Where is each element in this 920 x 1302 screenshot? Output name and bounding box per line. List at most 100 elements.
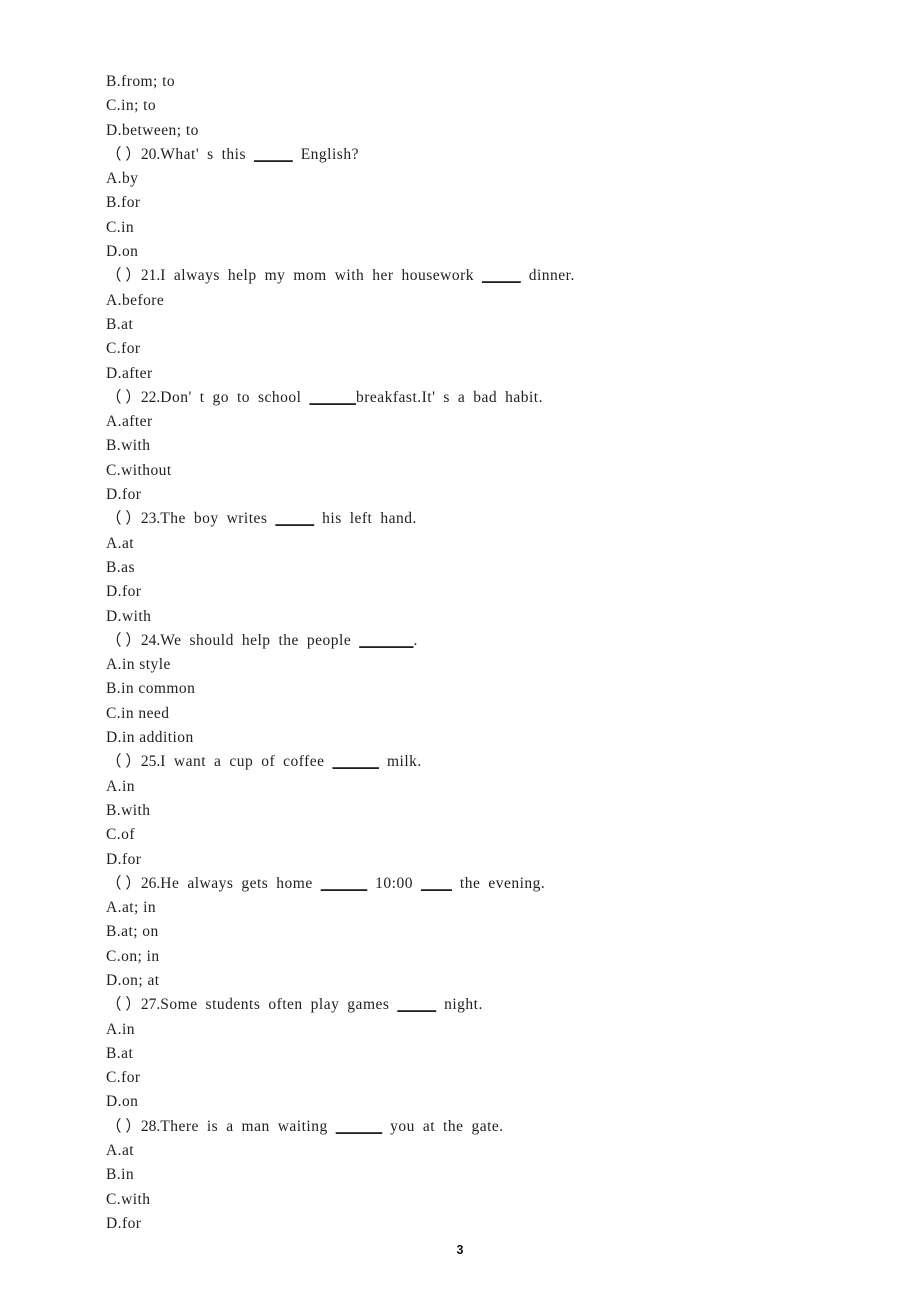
answer-option: A.in [106, 775, 806, 799]
answer-option-label: A.at [106, 534, 135, 552]
answer-option-label: D.for [106, 1214, 142, 1232]
answer-option-label: B.at; on [106, 923, 159, 941]
answer-option-label: B.with [106, 437, 151, 455]
page-number: 3 [456, 1243, 464, 1257]
question-marker: （ ）23. [106, 510, 161, 528]
question-text-after-blank: you at the gate. [382, 1117, 504, 1135]
answer-option-label: A.at; in [106, 899, 157, 917]
question-stem-22: （ ）22.Don' t go to school ______breakfas… [106, 386, 806, 410]
answer-option: B.as [106, 556, 806, 580]
answer-option: B.in common [106, 677, 806, 701]
question-stem-20: （ ）20.What' s this _____ English? [106, 143, 806, 167]
answer-option: C.with [106, 1188, 806, 1212]
answer-option: C.of [106, 823, 806, 847]
answer-option: C.in [106, 216, 806, 240]
question-marker: （ ）26. [106, 874, 161, 892]
question-marker: （ ）28. [106, 1117, 161, 1135]
answer-blank: ______ [332, 753, 380, 771]
question-text-before-blank: We should help the people [160, 631, 360, 649]
answer-option: C.without [106, 459, 806, 483]
answer-option: C.for [106, 1066, 806, 1090]
answer-option-label: D.on [106, 1093, 139, 1111]
answer-option-label: C.in; to [106, 97, 157, 115]
answer-blank: ______ [309, 388, 356, 406]
answer-option-label: D.with [106, 607, 152, 625]
answer-option: B.with [106, 434, 806, 458]
answer-option: A.by [106, 167, 806, 191]
answer-option: B.in [106, 1163, 806, 1187]
answer-option-label: D.on [106, 243, 139, 261]
answer-option: A.before [106, 289, 806, 313]
answer-option-label: A.at [106, 1142, 135, 1160]
answer-option-label: D.for [106, 486, 142, 504]
answer-option: C.in need [106, 702, 806, 726]
question-text-after-blank: English? [292, 145, 359, 163]
answer-option: D.for [106, 580, 806, 604]
question-marker: （ ）21. [106, 267, 161, 285]
answer-option: D.for [106, 848, 806, 872]
answer-option-label: B.at [106, 315, 134, 333]
answer-option-label: D.for [106, 583, 142, 601]
answer-blank: ______ [335, 1117, 383, 1135]
answer-blank-second: ____ [420, 874, 452, 892]
answer-option-label: C.of [106, 826, 135, 844]
answer-option-label: D.after [106, 364, 153, 382]
answer-option-label: D.in addition [106, 729, 194, 747]
question-text-before-blank: I always help my mom with her housework [160, 267, 482, 285]
answer-option-label: B.as [106, 558, 135, 576]
question-marker: （ ）25. [106, 753, 161, 771]
answer-option: D.for [106, 1212, 806, 1236]
answer-option-label: B.at [106, 1044, 134, 1062]
question-marker: （ ）20. [106, 145, 161, 163]
question-text-after-blank: night. [436, 996, 483, 1014]
answer-option: C.in; to [106, 94, 806, 118]
answer-option: D.with [106, 605, 806, 629]
answer-option-label: C.on; in [106, 947, 160, 965]
answer-option-label: B.from; to [106, 73, 176, 90]
question-stem-27: （ ）27.Some students often play games ___… [106, 993, 806, 1017]
answer-option: D.in addition [106, 726, 806, 750]
question-stem-25: （ ）25.I want a cup of coffee ______ milk… [106, 750, 806, 774]
answer-option-label: C.for [106, 1069, 141, 1087]
question-text-before-blank: He always gets home [160, 874, 321, 892]
question-stem-28: （ ）28.There is a man waiting ______ you … [106, 1115, 806, 1139]
answer-option: C.on; in [106, 945, 806, 969]
document-page: B.from; to C.in; to D.between; to （ ）20.Wha… [0, 0, 920, 1302]
answer-option: A.at; in [106, 896, 806, 920]
answer-option: B.for [106, 191, 806, 215]
question-text-after-blank: breakfast.It' s a bad habit. [355, 388, 543, 406]
answer-option-label: B.in common [106, 680, 196, 698]
answer-option-label: A.in [106, 777, 135, 795]
question-text-after-blank: his left hand. [314, 510, 417, 528]
question-marker: （ ）27. [106, 996, 161, 1014]
question-stem-26: （ ）26.He always gets home ______ 10:00 _… [106, 872, 806, 896]
answer-option-label: A.in style [106, 656, 171, 674]
question-stem-21: （ ）21.I always help my mom with her hous… [106, 264, 806, 288]
question-text-before-blank: I want a cup of coffee [160, 753, 333, 771]
answer-blank: _____ [397, 996, 437, 1014]
answer-option-label: B.in [106, 1166, 135, 1184]
answer-option: A.at [106, 532, 806, 556]
answer-blank: ______ [320, 874, 368, 892]
answer-option: C.for [106, 337, 806, 361]
answer-option-label: B.with [106, 801, 151, 819]
answer-option-label: C.in need [106, 704, 170, 722]
answer-option-label: D.on; at [106, 971, 160, 989]
answer-option-label: C.for [106, 340, 141, 358]
question-text-middle: 10:00 [367, 874, 421, 892]
question-marker: （ ）24. [106, 631, 161, 649]
worksheet-body: B.from; to C.in; to D.between; to （ ）20.Wha… [106, 70, 806, 1236]
answer-option-label: C.with [106, 1190, 151, 1208]
question-text-before-blank: What' s this [160, 145, 254, 163]
answer-option: D.for [106, 483, 806, 507]
answer-option: D.on; at [106, 969, 806, 993]
answer-option: B.at; on [106, 920, 806, 944]
answer-option-label: A.after [106, 413, 153, 431]
answer-option: A.in style [106, 653, 806, 677]
answer-option: A.in [106, 1018, 806, 1042]
answer-option-label: A.by [106, 170, 139, 188]
answer-option-label: D.for [106, 850, 142, 868]
answer-option: D.on [106, 240, 806, 264]
answer-option: A.after [106, 410, 806, 434]
question-text-before-blank: Some students often play games [160, 996, 398, 1014]
